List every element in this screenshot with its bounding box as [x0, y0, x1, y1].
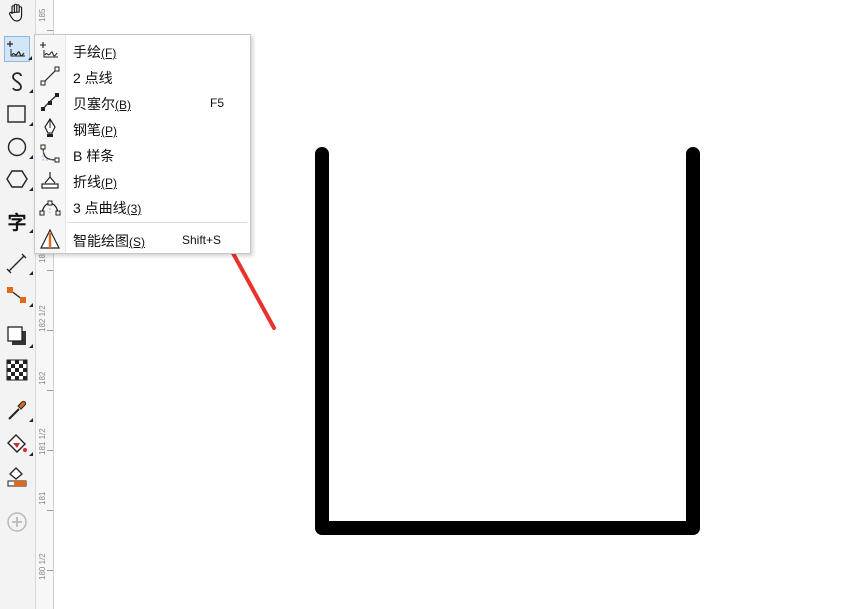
freehand-icon — [38, 39, 62, 61]
u-shape-path[interactable] — [315, 147, 700, 535]
smart-drawing-icon — [38, 228, 62, 250]
menu-item-2-point-line[interactable]: 2 点线 — [35, 63, 250, 89]
b-spline-icon — [38, 143, 62, 165]
menu-item-pen[interactable]: 钢笔(P) — [35, 115, 250, 141]
three-point-curve-icon — [38, 195, 62, 217]
menu-label: 折线 — [73, 174, 101, 190]
bezier-icon — [38, 91, 62, 113]
menu-item-3-point-curve[interactable]: 3 点曲线(3) — [35, 193, 250, 219]
menu-label: 钢笔 — [73, 122, 101, 138]
menu-separator — [67, 222, 247, 223]
menu-shortcut: Shift+S — [182, 233, 222, 247]
menu-label: B 样条 — [73, 148, 115, 164]
menu-item-b-spline[interactable]: B 样条 — [35, 141, 250, 167]
menu-item-smart-drawing[interactable]: 智能绘图(S) Shift+S — [35, 226, 250, 252]
curve-tools-flyout-menu: 手绘(F) 2 点线 贝塞尔(B) F5 钢笔(P) B 样条 折线(P) 3 … — [34, 34, 251, 254]
pen-nib-icon — [38, 117, 62, 139]
menu-label: 贝塞尔 — [73, 96, 115, 112]
menu-accelerator: (B) — [115, 98, 131, 112]
menu-accelerator: (3) — [126, 202, 142, 216]
menu-item-polyline[interactable]: 折线(P) — [35, 167, 250, 193]
two-point-line-icon — [38, 65, 62, 87]
menu-item-bezier[interactable]: 贝塞尔(B) F5 — [35, 89, 250, 115]
menu-accelerator: (S) — [129, 235, 145, 249]
menu-label: 手绘 — [73, 44, 101, 60]
polyline-icon — [38, 169, 62, 191]
menu-label: 智能绘图 — [73, 233, 129, 249]
menu-label: 3 点曲线 — [73, 200, 127, 216]
menu-accelerator: (P) — [101, 124, 117, 138]
menu-item-freehand[interactable]: 手绘(F) — [35, 37, 250, 63]
menu-accelerator: (F) — [101, 46, 117, 60]
menu-shortcut: F5 — [210, 96, 225, 110]
menu-accelerator: (P) — [101, 176, 117, 190]
menu-label: 2 点线 — [73, 70, 113, 86]
